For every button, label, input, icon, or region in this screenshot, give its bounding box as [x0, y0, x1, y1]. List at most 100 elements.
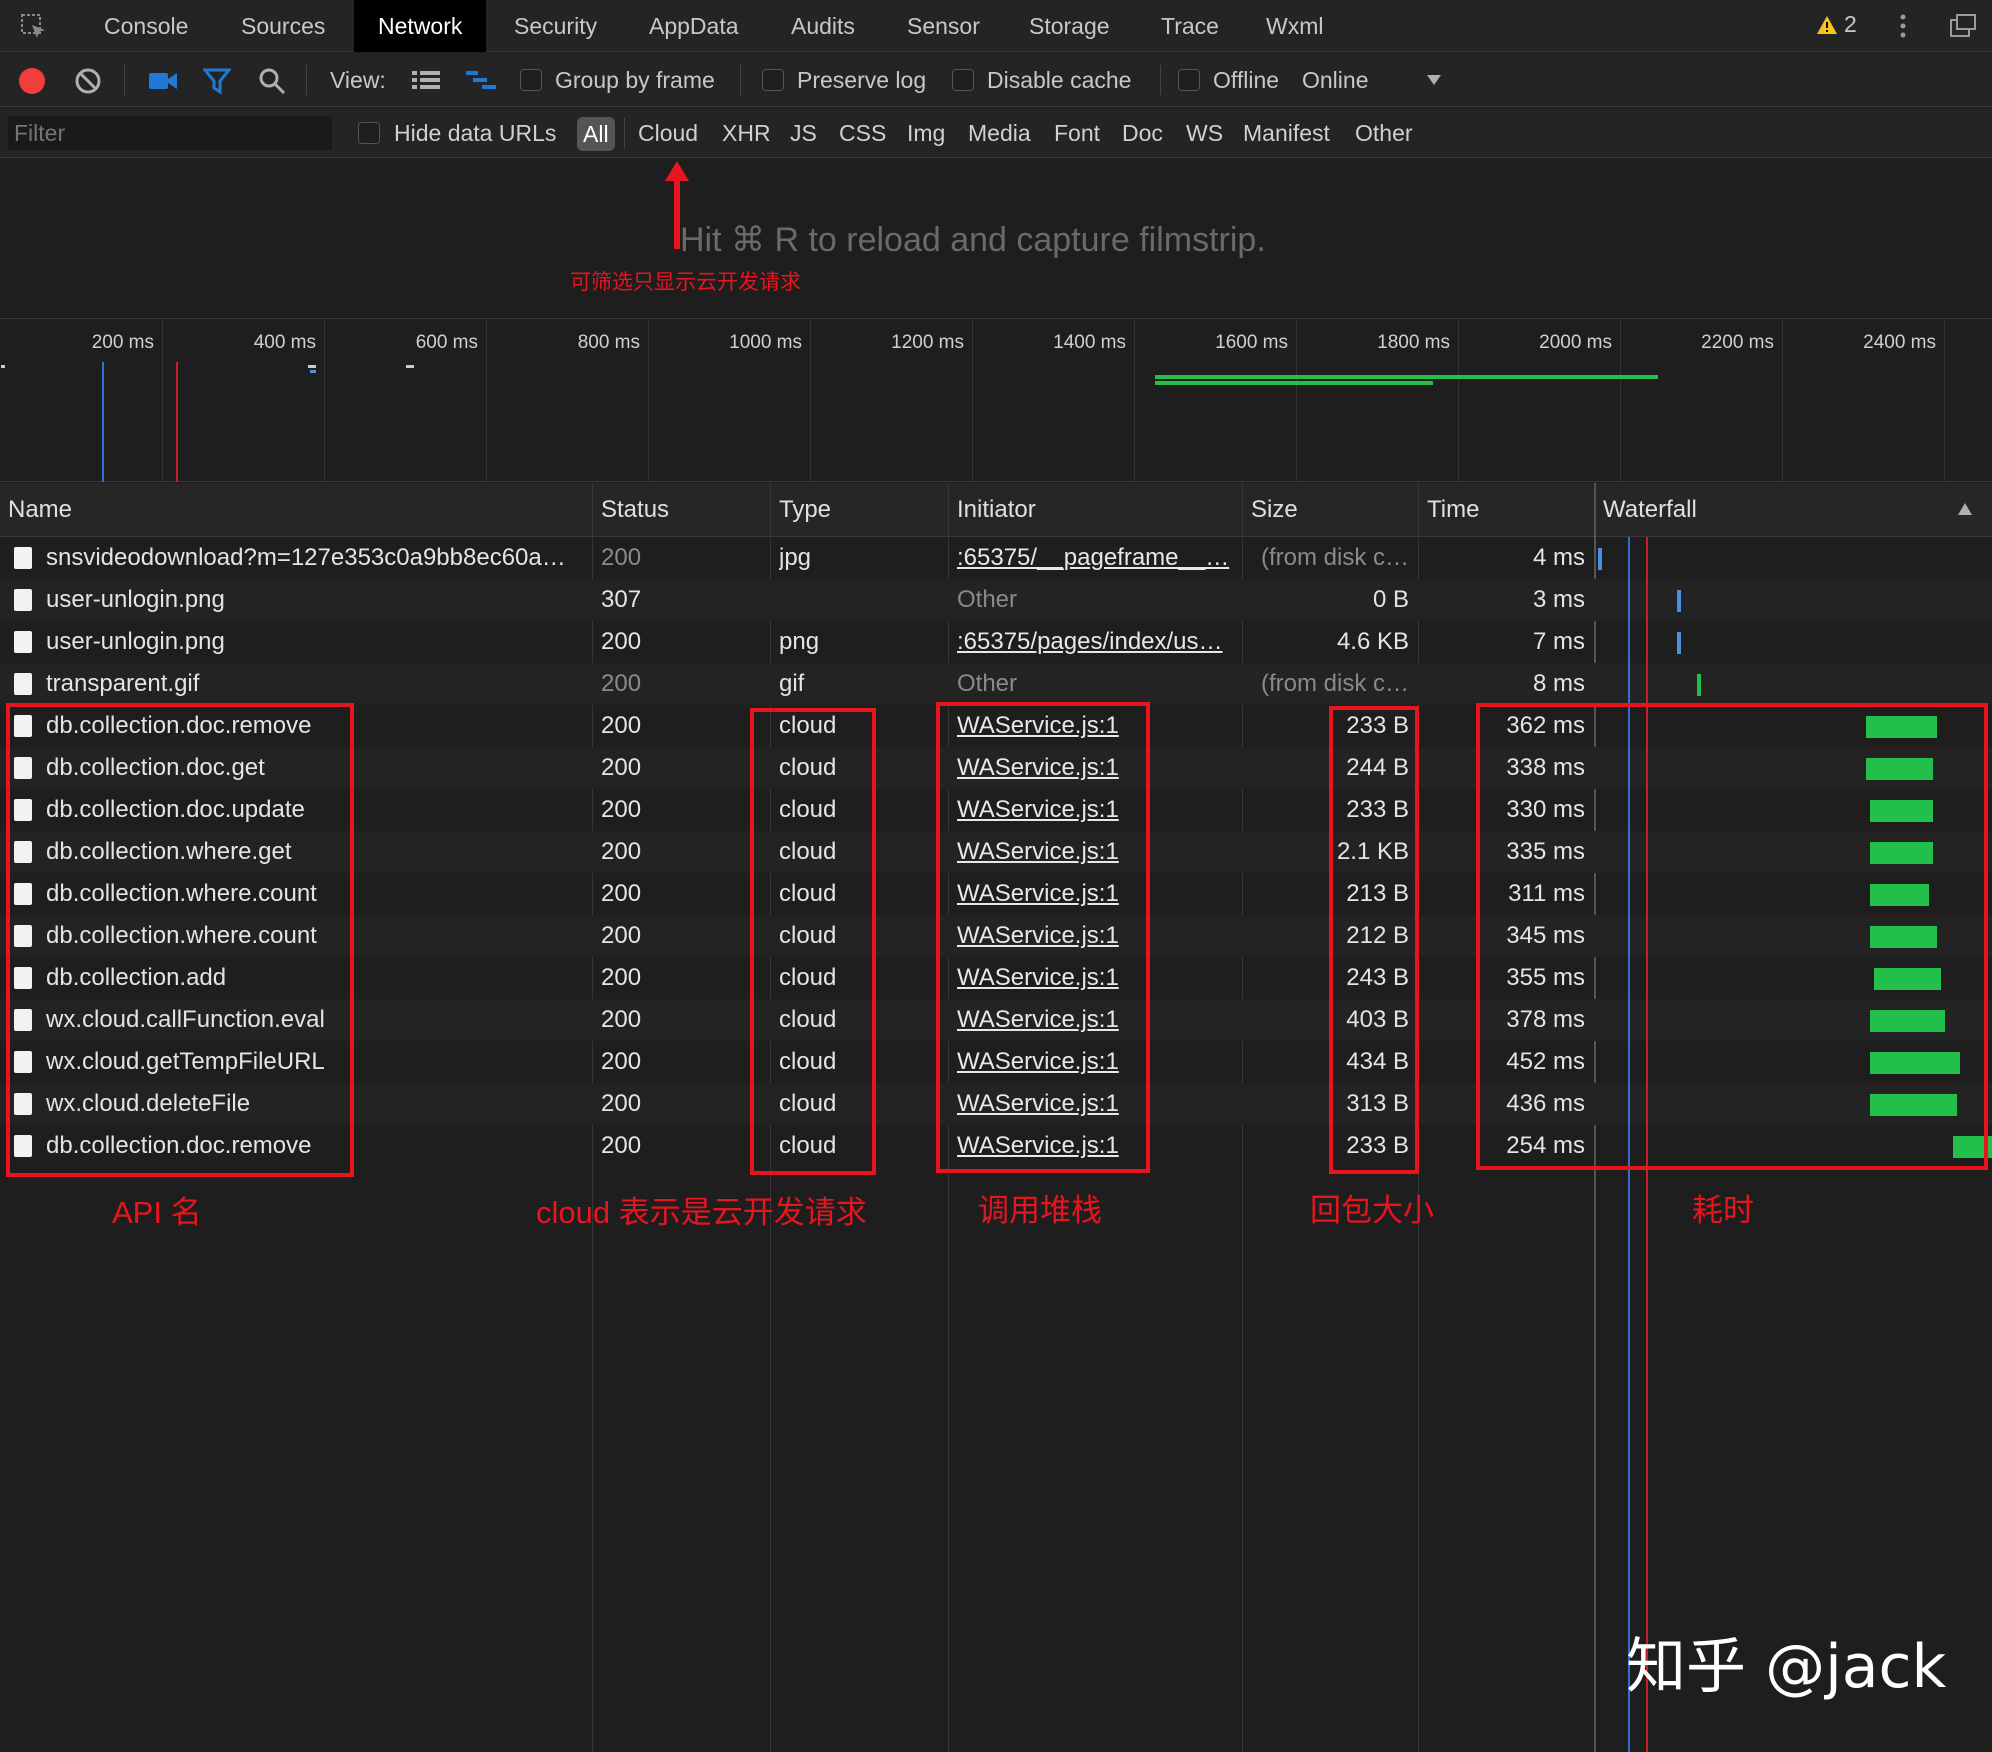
offline-checkbox[interactable]: [1178, 69, 1200, 91]
cell-name: transparent.gif: [46, 670, 200, 697]
warnings-badge[interactable]: 2: [1816, 11, 1857, 38]
filter-type-ws[interactable]: WS: [1186, 108, 1223, 158]
overview-activity-bar: [406, 365, 414, 368]
cell-type: [779, 579, 939, 621]
warning-icon: [1816, 15, 1838, 35]
filter-funnel-icon[interactable]: [203, 68, 231, 94]
column-initiator[interactable]: Initiator: [957, 483, 1036, 537]
cell-status: 307: [601, 586, 642, 613]
tab-appdata[interactable]: AppData: [649, 0, 739, 52]
annotation-box-size: [1329, 706, 1419, 1174]
table-row[interactable]: user-unlogin.png 200 png :65375/pages/index…: [0, 621, 1992, 663]
file-icon: [14, 547, 32, 569]
cell-status: 200: [601, 628, 642, 655]
filter-type-js[interactable]: JS: [790, 108, 817, 158]
filter-type-xhr[interactable]: XHR: [722, 108, 771, 158]
overview-tick-label: 1400 ms: [1053, 332, 1126, 353]
record-icon[interactable]: [18, 67, 46, 95]
overview-activity-bar: [310, 370, 316, 373]
tab-security[interactable]: Security: [514, 0, 597, 52]
filter-type-manifest[interactable]: Manifest: [1243, 108, 1330, 158]
toolbar-divider: [1160, 65, 1161, 95]
overview-grid-line: [1134, 320, 1135, 482]
table-row[interactable]: snsvideodownload?m=127e353c0a9bb8ec60a… 2…: [0, 537, 1992, 579]
toolbar-divider: [740, 65, 741, 95]
clear-icon[interactable]: [74, 67, 102, 95]
group-by-frame-checkbox[interactable]: [520, 69, 542, 91]
filter-type-cloud[interactable]: Cloud: [638, 108, 698, 158]
devtools-tab-bar: Console Sources Network Security AppData…: [0, 0, 1992, 52]
filmstrip-hint: Hit ⌘ R to reload and capture filmstrip.: [680, 221, 1266, 259]
filter-type-all[interactable]: All: [577, 117, 615, 151]
cell-initiator[interactable]: :65375/__pageframe__…: [957, 537, 1237, 579]
throttling-select[interactable]: Online: [1302, 53, 1368, 107]
overview-tick-label: 400 ms: [253, 332, 316, 353]
cell-type: jpg: [779, 544, 812, 571]
cell-status: 200: [601, 544, 642, 571]
requests-table-header: Name Status Type Initiator Size Time Wat…: [0, 483, 1992, 537]
filter-input[interactable]: [8, 116, 332, 150]
column-type[interactable]: Type: [779, 483, 831, 537]
cell-status: 200: [601, 1132, 642, 1159]
annotation-box-type: [750, 708, 876, 1175]
chevron-down-icon[interactable]: [1426, 74, 1442, 86]
cell-type: png: [779, 628, 820, 655]
group-by-frame-label: Group by frame: [555, 67, 715, 93]
overview-activity-bar: [1155, 375, 1658, 379]
filter-type-font[interactable]: Font: [1054, 108, 1100, 158]
hide-data-urls-checkbox[interactable]: [358, 122, 380, 144]
cell-initiator[interactable]: :65375/pages/index/us…: [957, 621, 1237, 663]
cell-size: (from disk c…: [1260, 670, 1409, 697]
tab-sensor[interactable]: Sensor: [907, 0, 980, 52]
annotation-cloud-filter: 可筛选只显示云开发请求: [570, 271, 801, 294]
overview-tick-label: 200 ms: [91, 332, 154, 353]
overview-dom-content-loaded-marker: [102, 362, 104, 482]
tab-sources[interactable]: Sources: [241, 0, 325, 52]
filter-type-other[interactable]: Other: [1355, 108, 1413, 158]
filter-type-css[interactable]: CSS: [839, 108, 886, 158]
cell-status: 200: [601, 1006, 642, 1033]
hide-data-urls-label: Hide data URLs: [394, 120, 557, 146]
search-icon[interactable]: [258, 67, 286, 95]
tab-network[interactable]: Network: [354, 0, 487, 52]
overview-tick-label: 2000 ms: [1539, 332, 1612, 353]
sort-ascending-icon[interactable]: [1957, 502, 1973, 516]
overview-activity-bar: [1, 365, 5, 368]
disable-cache-checkbox[interactable]: [952, 69, 974, 91]
overview-grid-line: [1296, 320, 1297, 482]
undock-icon[interactable]: [1950, 14, 1976, 38]
tab-storage[interactable]: Storage: [1029, 0, 1110, 52]
overview-grid-line: [1782, 320, 1783, 482]
preserve-log-checkbox[interactable]: [762, 69, 784, 91]
overview-grid-line: [648, 320, 649, 482]
overview-grid-line: [810, 320, 811, 482]
column-status[interactable]: Status: [601, 483, 669, 537]
table-row[interactable]: user-unlogin.png 307 Other 0 B 3 ms: [0, 579, 1992, 621]
cell-name: user-unlogin.png: [46, 586, 225, 613]
cell-status: 200: [601, 712, 642, 739]
filter-type-doc[interactable]: Doc: [1122, 108, 1163, 158]
column-size[interactable]: Size: [1251, 483, 1298, 537]
tab-audits[interactable]: Audits: [791, 0, 855, 52]
inspect-element-icon[interactable]: [20, 13, 48, 41]
cell-status: 200: [601, 922, 642, 949]
tab-console[interactable]: Console: [104, 0, 188, 52]
filter-type-img[interactable]: Img: [907, 108, 945, 158]
tab-trace[interactable]: Trace: [1161, 0, 1219, 52]
column-name[interactable]: Name: [8, 483, 72, 537]
filter-type-media[interactable]: Media: [968, 108, 1031, 158]
cell-status: 200: [601, 964, 642, 991]
overview-waterfall-icon[interactable]: [465, 69, 497, 91]
cell-name: user-unlogin.png: [46, 628, 225, 655]
overview-grid-line: [162, 320, 163, 482]
column-time[interactable]: Time: [1427, 483, 1479, 537]
large-rows-icon[interactable]: [411, 69, 441, 91]
cell-status: 200: [601, 838, 642, 865]
table-row[interactable]: transparent.gif 200 gif Other (from disk c… 8…: [0, 663, 1992, 705]
cell-time: 7 ms: [1532, 628, 1585, 655]
more-options-icon[interactable]: [1897, 12, 1909, 40]
tab-wxml[interactable]: Wxml: [1266, 0, 1323, 52]
video-camera-icon[interactable]: [148, 70, 178, 92]
file-icon: [14, 631, 32, 653]
column-waterfall[interactable]: Waterfall: [1603, 483, 1697, 537]
